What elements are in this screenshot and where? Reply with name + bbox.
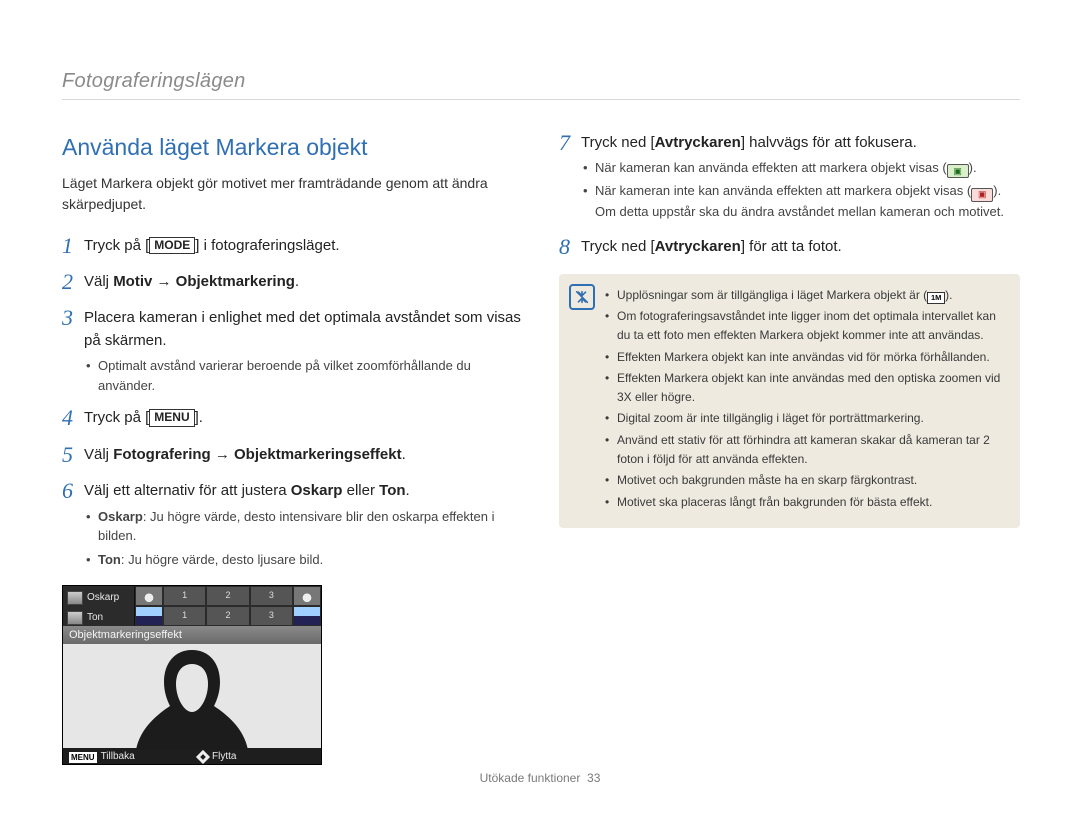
thumb-num: 3 (250, 606, 293, 626)
step-bold2: Ton (379, 482, 405, 499)
note-item: Motivet och bakgrunden måste ha en skarp… (605, 471, 1006, 490)
step-number: 1 (62, 233, 84, 259)
note-icon (569, 284, 595, 310)
step-sub-bullet: Ton: Ju högre värde, desto ljusare bild. (84, 550, 523, 570)
note-item: Använd ett stativ för att förhindra att … (605, 431, 1006, 468)
menu-button-label: MENU (149, 409, 194, 427)
step-number: 8 (559, 234, 581, 260)
note-text-b: ). (945, 288, 952, 302)
shutter-label: Avtryckaren (655, 134, 741, 151)
right-column: 7 Tryck ned [Avtryckaren] halvvägs för a… (559, 130, 1020, 765)
step-number: 2 (62, 269, 84, 295)
thumb-icon (135, 606, 163, 626)
dpad-icon (196, 750, 210, 764)
step-number: 6 (62, 478, 84, 504)
step-7: 7 Tryck ned [Avtryckaren] halvvägs för a… (559, 130, 1020, 222)
step-number: 7 (559, 130, 581, 156)
camera-menu-button: MENU (69, 752, 97, 763)
step-text-post: . (295, 273, 299, 290)
step-text: Placera kameran i enlighet med det optim… (84, 309, 521, 349)
step-bold: Motiv → Objektmarkering (113, 273, 295, 290)
thumb-num: 3 (250, 586, 293, 606)
step-text-pre: Välj (84, 273, 113, 290)
step-text-post: ]. (195, 409, 203, 426)
step-3: 3 Placera kameran i enlighet med det opt… (62, 305, 523, 395)
note-text-a: Upplösningar som är tillgängliga i läget… (617, 288, 927, 302)
step-text-post: ] i fotograferingsläget. (195, 237, 339, 254)
fail-frame-icon: ▣ (971, 188, 993, 202)
sub-lead: Oskarp (98, 509, 143, 524)
shutter-label: Avtryckaren (655, 238, 741, 255)
sub-text-a: När kameran kan använda effekten att mar… (595, 160, 947, 175)
thumb-num: 1 (163, 606, 206, 626)
camera-preview (63, 644, 321, 748)
step-text: ] halvvägs för att fokusera. (741, 134, 917, 151)
step-sub-bullet: Oskarp: Ju högre värde, desto intensivar… (84, 507, 523, 546)
step-sub-bullet: När kameran inte kan använda effekten at… (581, 181, 1020, 221)
step-8: 8 Tryck ned [Avtryckaren] för att ta fot… (559, 234, 1020, 260)
page-footer: Utökade funktioner 33 (0, 771, 1080, 785)
thumb-num: 1 (163, 586, 206, 606)
thumb-num: 2 (206, 606, 249, 626)
sub-text-a: När kameran inte kan använda effekten at… (595, 183, 971, 198)
step-2: 2 Välj Motiv → Objektmarkering. (62, 269, 523, 295)
thumb-icon (135, 586, 163, 606)
step-text-pre: Tryck på [ (84, 409, 149, 426)
thumb-num: 2 (206, 586, 249, 606)
mode-button-label: MODE (149, 237, 195, 255)
sub-text-b: ). (969, 160, 977, 175)
ok-frame-icon: ▣ (947, 164, 969, 178)
sub-text: : Ju högre värde, desto ljusare bild. (121, 552, 323, 567)
note-item: Effekten Markera objekt kan inte använda… (605, 369, 1006, 406)
step-1: 1 Tryck på [MODE] i fotograferingsläget. (62, 233, 523, 259)
camera-row1-label: Oskarp (87, 589, 119, 607)
two-column-layout: Använda läget Markera objekt Läget Marke… (62, 130, 1020, 765)
note-box: Upplösningar som är tillgängliga i läget… (559, 274, 1020, 529)
note-item: Motivet ska placeras långt från bakgrund… (605, 493, 1006, 512)
section-intro: Läget Markera objekt gör motivet mer fra… (62, 173, 523, 215)
step-5: 5 Välj Fotografering → Objektmarkeringse… (62, 442, 523, 468)
step-number: 3 (62, 305, 84, 331)
step-4: 4 Tryck på [MENU]. (62, 405, 523, 431)
step-text-post: . (406, 482, 410, 499)
note-item: Upplösningar som är tillgängliga i läget… (605, 286, 1006, 305)
note-item: Effekten Markera objekt kan inte använda… (605, 348, 1006, 367)
tone-icon (67, 611, 83, 625)
portrait-silhouette-icon (122, 642, 262, 752)
sub-lead: Ton (98, 552, 121, 567)
step-text-mid: eller (342, 482, 379, 499)
step-sub-bullet: När kameran kan använda effekten att mar… (581, 158, 1020, 179)
footer-section: Utökade funktioner (480, 771, 581, 785)
note-item: Om fotograferingsavståndet inte ligger i… (605, 307, 1006, 344)
step-text-pre: Tryck på [ (84, 237, 149, 254)
sub-text: : Ju högre värde, desto intensivare blir… (98, 509, 495, 544)
step-text-pre: Välj (84, 446, 113, 463)
step-number: 4 (62, 405, 84, 431)
camera-row2-label: Ton (87, 609, 103, 627)
step-bold: Oskarp (291, 482, 343, 499)
step-text: Tryck ned [ (581, 238, 655, 255)
step-bold: Fotografering → Objektmarkeringseffekt (113, 446, 401, 463)
camera-thumbnails: 1 2 3 1 2 3 (135, 586, 321, 626)
blur-icon (67, 591, 83, 605)
step-sub-bullet: Optimalt avstånd varierar beroende på vi… (84, 356, 523, 395)
page-header: Fotograferingslägen (62, 70, 1020, 100)
step-number: 5 (62, 442, 84, 468)
step-6: 6 Välj ett alternativ för att justera Os… (62, 478, 523, 569)
step-text-post: . (402, 446, 406, 463)
step-text-pre: Välj ett alternativ för att justera (84, 482, 291, 499)
note-item: Digital zoom är inte tillgänglig i läget… (605, 409, 1006, 428)
resolution-1m-icon: 1M (927, 292, 945, 304)
section-title: Använda läget Markera objekt (62, 130, 523, 165)
step-text: ] för att ta fotot. (741, 238, 842, 255)
left-column: Använda läget Markera objekt Läget Marke… (62, 130, 523, 765)
camera-screen-illustration: Oskarp Ton 1 2 3 1 2 3 Objektmarkeringse… (62, 585, 322, 765)
thumb-icon (293, 606, 321, 626)
footer-page-number: 33 (587, 771, 600, 785)
step-text: Tryck ned [ (581, 134, 655, 151)
thumb-icon (293, 586, 321, 606)
